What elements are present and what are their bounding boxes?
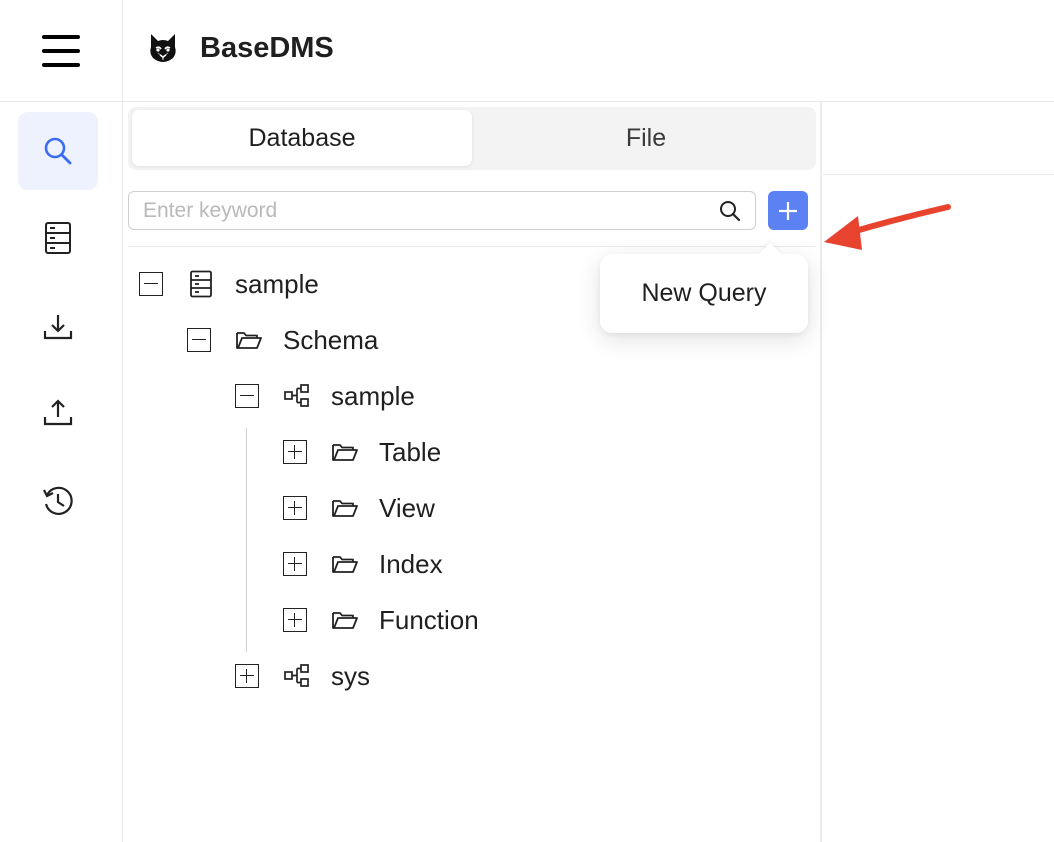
expand-toggle-icon[interactable] [235,664,259,688]
search-field [128,191,756,230]
collapse-toggle-icon[interactable] [235,384,259,408]
tree-node-function[interactable]: Function [283,600,479,640]
tree-node-label: sample [235,268,319,299]
tree-node-label: sample [331,380,415,411]
history-icon [43,486,73,515]
tree-node-schema-group[interactable]: Schema [187,320,378,360]
tree-node-connection[interactable]: sample [139,264,319,304]
cat-logo-icon [150,34,176,62]
sidebar-item-export[interactable] [18,374,98,452]
folder-open-icon [331,494,359,522]
explorer-panel: Database File [123,102,822,842]
search-icon [44,137,72,165]
app-header: BaseDMS [0,0,1054,102]
schema-icon [283,382,311,410]
tree-node-label: Function [379,604,479,635]
left-sidebar [0,102,123,842]
expand-toggle-icon[interactable] [283,552,307,576]
tree-node-view[interactable]: View [283,488,435,528]
tooltip-text: New Query [641,279,767,307]
new-query-tooltip: New Query [600,254,808,333]
sidebar-item-search[interactable] [18,112,98,190]
annotation-arrow-icon [824,204,951,250]
collapse-toggle-icon[interactable] [139,272,163,296]
folder-open-icon [235,326,263,354]
tree-node-table[interactable]: Table [283,432,441,472]
tree-node-index[interactable]: Index [283,544,443,584]
tree-node-label: Schema [283,324,379,355]
download-icon [43,315,73,340]
search-input[interactable] [143,192,703,229]
tree-node-label: Table [379,436,442,467]
tree-node-label: Index [379,548,443,579]
tree-node-schema-sys[interactable]: sys [235,656,370,696]
sidebar-item-database[interactable] [18,199,98,277]
upload-icon [43,399,73,426]
folder-open-icon [331,550,359,578]
tab-database[interactable]: Database [132,110,472,166]
server-icon [45,222,71,254]
add-query-button[interactable] [768,191,808,230]
schema-icon [283,662,311,690]
server-icon [187,270,215,298]
tree-node-label: View [379,492,435,523]
editor-tab-bar-divider [823,174,1054,175]
expand-toggle-icon[interactable] [283,440,307,464]
sidebar-item-history[interactable] [18,462,98,540]
tree-node-label: sys [331,660,370,691]
plus-icon [779,201,797,220]
tab-file[interactable]: File [476,110,816,166]
panel-divider [128,246,816,247]
folder-open-icon [331,606,359,634]
search-icon[interactable] [719,200,741,222]
folder-open-icon [331,438,359,466]
hamburger-menu-button[interactable] [0,0,123,101]
tree-guide-line [246,428,247,652]
app-title: BaseDMS [200,32,334,64]
collapse-toggle-icon[interactable] [187,328,211,352]
hamburger-icon [42,34,80,67]
sidebar-item-import[interactable] [18,288,98,366]
tree-node-schema-sample[interactable]: sample [235,376,415,416]
panel-tabs: Database File [128,107,816,170]
expand-toggle-icon[interactable] [283,496,307,520]
expand-toggle-icon[interactable] [283,608,307,632]
